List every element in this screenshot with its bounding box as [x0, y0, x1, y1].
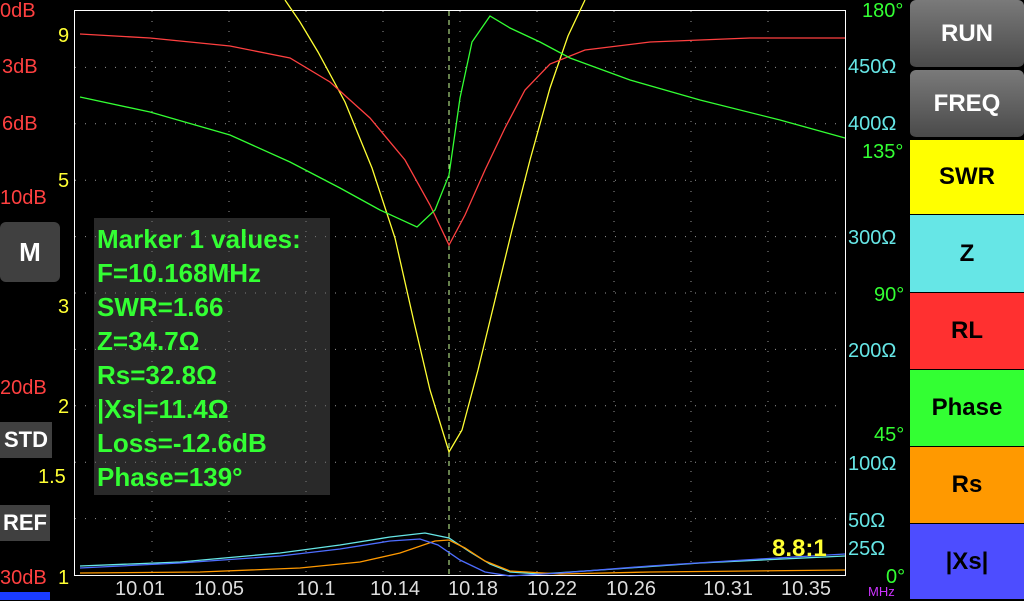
x-tick-10-22: 10.22	[526, 578, 578, 600]
marker-values-panel: Marker 1 values: F=10.168MHz SWR=1.66 Z=…	[94, 218, 330, 495]
marker-button[interactable]: M	[0, 222, 60, 282]
rl-curve	[79, 33, 845, 247]
z-tick-100: 100Ω	[848, 453, 897, 475]
x-tick-10-35: 10.35	[780, 578, 832, 600]
phase-tick-90: 90°	[874, 284, 905, 306]
marker-z: Z=34.7Ω	[97, 326, 200, 356]
x-tick-10-18: 10.18	[447, 578, 499, 600]
marker-rs: Rs=32.8Ω	[97, 360, 217, 390]
swr-tick-1: 1	[58, 567, 70, 589]
rl-tick-5: 30dB	[0, 567, 47, 589]
rl-button[interactable]: RL	[910, 293, 1024, 370]
z-tick-450: 450Ω	[848, 56, 897, 78]
z-tick-25: 25Ω	[848, 538, 886, 560]
marker-xs: |Xs|=11.4Ω	[97, 394, 229, 424]
x-tick-10-31: 10.31	[702, 578, 754, 600]
progress-indicator	[0, 592, 50, 600]
swr-ratio-readout: 8.8:1	[772, 535, 827, 562]
swr-button[interactable]: SWR	[910, 140, 1024, 215]
x-tick-10-26: 10.26	[605, 578, 657, 600]
ref-button[interactable]: REF	[0, 505, 50, 541]
z-tick-400: 400Ω	[848, 113, 897, 135]
marker-swr: SWR=1.66	[97, 292, 224, 322]
x-tick-10-14: 10.14	[369, 578, 421, 600]
std-button[interactable]: STD	[0, 422, 52, 458]
run-button[interactable]: RUN	[910, 0, 1024, 68]
phase-tick-180: 180°	[862, 0, 904, 22]
xs-curve	[79, 538, 846, 577]
marker-phase: Phase=139°	[97, 462, 243, 492]
freq-button[interactable]: FREQ	[910, 70, 1024, 138]
marker-frequency: F=10.168MHz	[97, 258, 262, 288]
x-tick-10-01: 10.01	[114, 578, 166, 600]
rl-tick-2: 6dB	[2, 113, 38, 135]
z-tick-50: 50Ω	[848, 510, 886, 532]
rs-button[interactable]: Rs	[910, 447, 1024, 524]
z-tick-200: 200Ω	[848, 340, 897, 362]
swr-tick-1-5: 1.5	[38, 466, 66, 488]
marker-title: Marker 1 values:	[97, 224, 301, 254]
x-tick-10-05: 10.05	[193, 578, 245, 600]
xs-button[interactable]: |Xs|	[910, 524, 1024, 600]
x-unit-label: MHz	[868, 584, 895, 599]
z-curve	[79, 532, 846, 575]
rl-tick-3: 10dB	[0, 187, 47, 209]
phase-tick-135: 135°	[862, 141, 904, 163]
swr-tick-2: 2	[58, 396, 70, 418]
phase-tick-45: 45°	[874, 424, 905, 446]
marker-loss: Loss=-12.6dB	[97, 428, 267, 458]
z-tick-300: 300Ω	[848, 227, 897, 249]
rl-tick-0: 0dB	[0, 0, 36, 22]
phase-curve	[79, 15, 846, 228]
swr-tick-5: 5	[58, 170, 70, 192]
z-button[interactable]: Z	[910, 215, 1024, 293]
rs-curve	[79, 539, 846, 575]
swr-tick-3: 3	[58, 296, 70, 318]
rl-tick-4: 20dB	[0, 377, 47, 399]
x-tick-10-1: 10.1	[296, 578, 336, 600]
rl-tick-1: 3dB	[2, 56, 38, 78]
phase-button[interactable]: Phase	[910, 370, 1024, 447]
swr-tick-9: 9	[58, 25, 70, 47]
